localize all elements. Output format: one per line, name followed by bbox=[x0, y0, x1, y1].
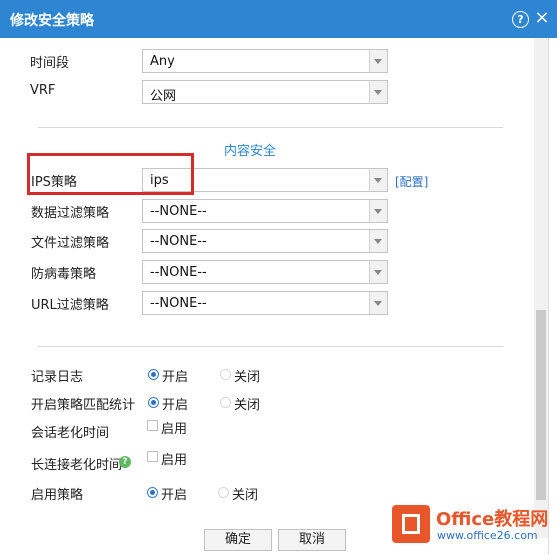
data-filter-label: 数据过滤策略 bbox=[31, 206, 110, 221]
log-label: 记录日志 bbox=[31, 370, 84, 385]
enable-policy-off-radio[interactable] bbox=[218, 487, 229, 498]
content-security-heading: 内容安全 bbox=[223, 144, 276, 159]
dialog-titlebar: 修改安全策略 ? × bbox=[0, 0, 557, 38]
file-filter-select[interactable]: --NONE-- bbox=[142, 229, 388, 253]
session-aging-enable-label[interactable]: 启用 bbox=[161, 418, 187, 437]
help-icon[interactable]: ? bbox=[119, 456, 131, 468]
file-filter-label: 文件过滤策略 bbox=[31, 236, 110, 251]
long-conn-aging-checkbox[interactable] bbox=[147, 451, 158, 462]
log-off-radio[interactable] bbox=[220, 369, 231, 380]
url-filter-select[interactable]: --NONE-- bbox=[142, 291, 388, 315]
enable-policy-on-radio[interactable] bbox=[147, 487, 158, 498]
enable-policy-on-label[interactable]: 开启 bbox=[161, 484, 187, 503]
file-filter-value: --NONE-- bbox=[150, 234, 207, 249]
long-conn-aging-enable-label[interactable]: 启用 bbox=[161, 449, 187, 468]
antivirus-select[interactable]: --NONE-- bbox=[142, 260, 388, 284]
ips-config-link[interactable]: [配置] bbox=[395, 173, 428, 190]
long-conn-aging-label: 长连接老化时间 bbox=[31, 458, 123, 473]
vrf-select[interactable]: 公网 bbox=[142, 80, 388, 104]
vrf-value: 公网 bbox=[150, 89, 177, 104]
watermark-url: www.office26.com bbox=[437, 529, 538, 542]
url-filter-label: URL过滤策略 bbox=[31, 298, 109, 313]
cancel-button[interactable]: 取消 bbox=[278, 529, 346, 551]
chevron-down-icon[interactable] bbox=[369, 169, 387, 191]
chevron-down-icon[interactable] bbox=[369, 230, 387, 252]
match-stats-on-label[interactable]: 开启 bbox=[162, 394, 188, 413]
match-stats-off-label[interactable]: 关闭 bbox=[234, 394, 260, 413]
chevron-down-icon[interactable] bbox=[369, 81, 387, 103]
data-filter-value: --NONE-- bbox=[150, 204, 207, 219]
office-logo-icon bbox=[392, 505, 430, 543]
help-icon[interactable]: ? bbox=[512, 11, 529, 28]
chevron-down-icon[interactable] bbox=[369, 261, 387, 283]
close-icon[interactable]: × bbox=[532, 7, 552, 29]
divider bbox=[38, 127, 503, 128]
match-stats-off-radio[interactable] bbox=[220, 397, 231, 408]
window-edge bbox=[548, 38, 557, 555]
session-aging-checkbox[interactable] bbox=[147, 420, 158, 431]
chevron-down-icon[interactable] bbox=[369, 292, 387, 314]
vrf-label: VRF bbox=[30, 83, 56, 98]
time-range-value: Any bbox=[150, 54, 175, 69]
time-range-select[interactable]: Any bbox=[142, 49, 388, 73]
watermark-name: Office教程网 bbox=[436, 509, 549, 530]
log-off-label[interactable]: 关闭 bbox=[234, 366, 260, 385]
annotation-highlight-box bbox=[27, 153, 194, 195]
antivirus-label: 防病毒策略 bbox=[31, 267, 97, 282]
enable-policy-off-label[interactable]: 关闭 bbox=[232, 484, 258, 503]
match-stats-on-radio[interactable] bbox=[148, 397, 159, 408]
divider bbox=[38, 346, 503, 347]
match-stats-label: 开启策略匹配统计 bbox=[31, 398, 136, 413]
chevron-down-icon[interactable] bbox=[369, 50, 387, 72]
watermark: Office教程网 www.office26.com bbox=[392, 505, 557, 555]
log-on-label[interactable]: 开启 bbox=[162, 366, 188, 385]
ok-button[interactable]: 确定 bbox=[204, 529, 272, 551]
scrollbar-thumb[interactable] bbox=[536, 310, 546, 500]
data-filter-select[interactable]: --NONE-- bbox=[142, 199, 388, 223]
log-on-radio[interactable] bbox=[148, 369, 159, 380]
time-range-label: 时间段 bbox=[30, 56, 70, 71]
chevron-down-icon[interactable] bbox=[369, 200, 387, 222]
session-aging-label: 会话老化时间 bbox=[31, 426, 110, 441]
enable-policy-label: 启用策略 bbox=[31, 488, 84, 503]
antivirus-value: --NONE-- bbox=[150, 265, 207, 280]
url-filter-value: --NONE-- bbox=[150, 296, 207, 311]
dialog-title: 修改安全策略 bbox=[10, 13, 94, 29]
edit-security-policy-dialog: 修改安全策略 ? × 时间段 Any VRF 公网 内容安全 IPS策略 ips… bbox=[0, 0, 557, 555]
